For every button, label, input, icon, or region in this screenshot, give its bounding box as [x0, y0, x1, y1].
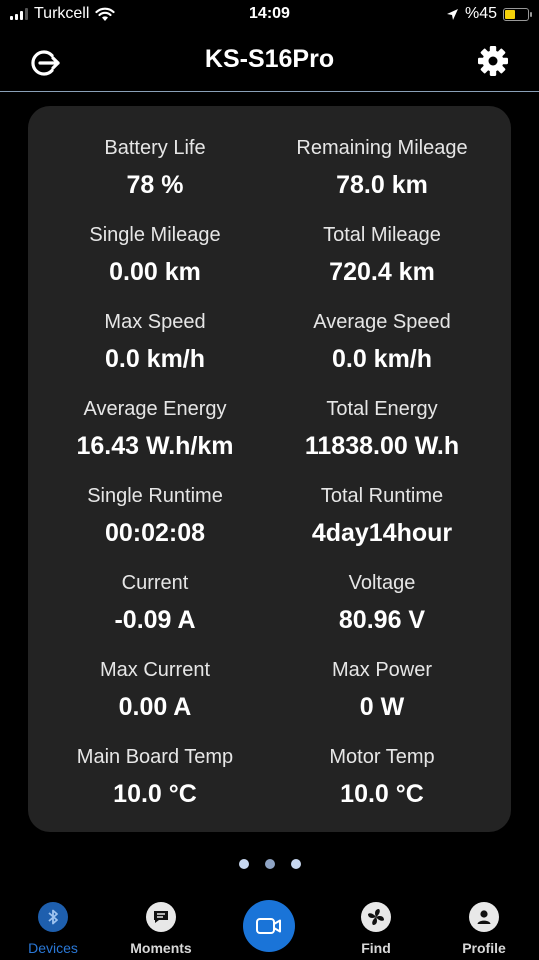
stat-item: Total Mileage 720.4 km: [262, 221, 502, 290]
stat-value: 720.4 km: [329, 258, 435, 286]
settings-button[interactable]: [477, 45, 509, 77]
stat-item: Current -0.09 A: [35, 569, 275, 638]
tab-moments-label: Moments: [130, 940, 192, 956]
stat-label: Main Board Temp: [76, 746, 234, 768]
stat-value: 78 %: [126, 171, 184, 199]
device-title: KS-S16Pro: [204, 45, 335, 73]
stats-card: Battery Life 78 % Remaining Mileage 78.0 km…: [28, 106, 511, 832]
stat-item: Average Energy 16.43 W.h/km: [35, 395, 275, 464]
stat-label: Voltage: [348, 572, 416, 594]
stat-item: Battery Life 78 %: [35, 134, 275, 203]
stat-label: Total Runtime: [320, 485, 444, 507]
user-icon: [469, 902, 499, 932]
stat-value: 0.0 km/h: [331, 345, 433, 373]
stat-label: Current: [121, 572, 189, 594]
stat-label: Total Mileage: [323, 224, 441, 246]
stat-value: 0.00 A: [118, 693, 192, 721]
stat-value: 0.0 km/h: [104, 345, 206, 373]
stat-label: Total Energy: [326, 398, 438, 420]
tab-moments[interactable]: Moments: [116, 900, 206, 956]
stat-item: Max Current 0.00 A: [35, 656, 275, 725]
stat-label: Single Mileage: [89, 224, 221, 246]
stat-label: Average Speed: [313, 311, 451, 333]
bluetooth-icon: [38, 902, 68, 932]
stat-item: Single Runtime 00:02:08: [35, 482, 275, 551]
stat-label: Average Energy: [83, 398, 227, 420]
page-indicator[interactable]: [0, 859, 539, 869]
stat-value: 10.0 °C: [113, 780, 197, 808]
tab-profile[interactable]: Profile: [439, 900, 529, 956]
stat-value: 16.43 W.h/km: [76, 432, 234, 460]
stat-item: Total Runtime 4day14hour: [262, 482, 502, 551]
status-bar: Turkcell 14:09 %45: [0, 0, 539, 32]
stat-value: 80.96 V: [338, 606, 426, 634]
stat-value: 00:02:08: [104, 519, 206, 547]
stat-value: 10.0 °C: [340, 780, 424, 808]
stat-value: 11838.00 W.h: [304, 432, 460, 460]
stat-value: 78.0 km: [336, 171, 428, 199]
camera-button[interactable]: [243, 900, 295, 952]
stat-item: Motor Temp 10.0 °C: [262, 743, 502, 812]
tab-devices-label: Devices: [28, 940, 78, 956]
page-dot[interactable]: [290, 859, 301, 869]
stat-item: Voltage 80.96 V: [262, 569, 502, 638]
stat-label: Battery Life: [104, 137, 206, 159]
stat-label: Single Runtime: [87, 485, 223, 507]
tab-find[interactable]: Find: [331, 900, 421, 956]
chat-bubble-icon: [146, 902, 176, 932]
page-dot[interactable]: [264, 859, 275, 869]
stat-label: Max Current: [99, 659, 211, 681]
stat-label: Max Power: [331, 659, 433, 681]
stat-item: Single Mileage 0.00 km: [35, 221, 275, 290]
stat-label: Remaining Mileage: [296, 137, 468, 159]
stat-item: Max Power 0 W: [262, 656, 502, 725]
status-right: %45: [446, 5, 532, 23]
stat-item: Main Board Temp 10.0 °C: [35, 743, 275, 812]
location-arrow-icon: [446, 8, 458, 20]
video-camera-icon: [256, 918, 281, 934]
page-dot[interactable]: [238, 859, 249, 869]
stat-value: 0 W: [359, 693, 405, 721]
fan-icon: [361, 902, 391, 932]
stat-label: Motor Temp: [329, 746, 435, 768]
tab-devices[interactable]: Devices: [8, 900, 98, 956]
app-header: KS-S16Pro: [0, 32, 539, 92]
stat-value: 4day14hour: [311, 519, 453, 547]
stat-label: Max Speed: [104, 311, 206, 333]
stat-item: Max Speed 0.0 km/h: [35, 308, 275, 377]
gear-icon: [478, 46, 508, 76]
stat-value: 0.00 km: [109, 258, 201, 286]
stat-item: Average Speed 0.0 km/h: [262, 308, 502, 377]
battery-icon: [503, 7, 532, 21]
stat-item: Total Energy 11838.00 W.h: [262, 395, 502, 464]
tab-find-label: Find: [361, 940, 391, 956]
stat-value: -0.09 A: [114, 606, 196, 634]
stat-item: Remaining Mileage 78.0 km: [262, 134, 502, 203]
tab-profile-label: Profile: [462, 940, 506, 956]
tab-bar: Devices Moments Find Profile: [0, 890, 539, 960]
battery-percent: %45: [464, 5, 497, 22]
battery-fill: [505, 9, 515, 19]
